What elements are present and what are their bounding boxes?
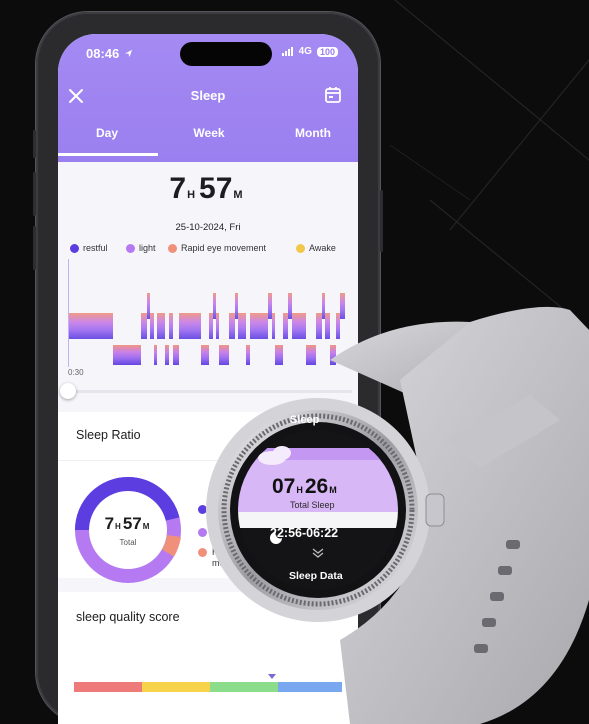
dynamic-island: [180, 42, 272, 66]
watch-sleep-range: 22:56-06:22: [270, 526, 339, 540]
watch-sleep-time: 07H26M: [272, 475, 337, 498]
watch-total-label: Total Sleep: [290, 500, 335, 510]
smartwatch-device: [206, 306, 589, 724]
watch-crown-button[interactable]: [425, 493, 445, 527]
watch-sleep-data-label[interactable]: Sleep Data: [289, 570, 343, 582]
watch-title: Sleep: [290, 414, 320, 426]
